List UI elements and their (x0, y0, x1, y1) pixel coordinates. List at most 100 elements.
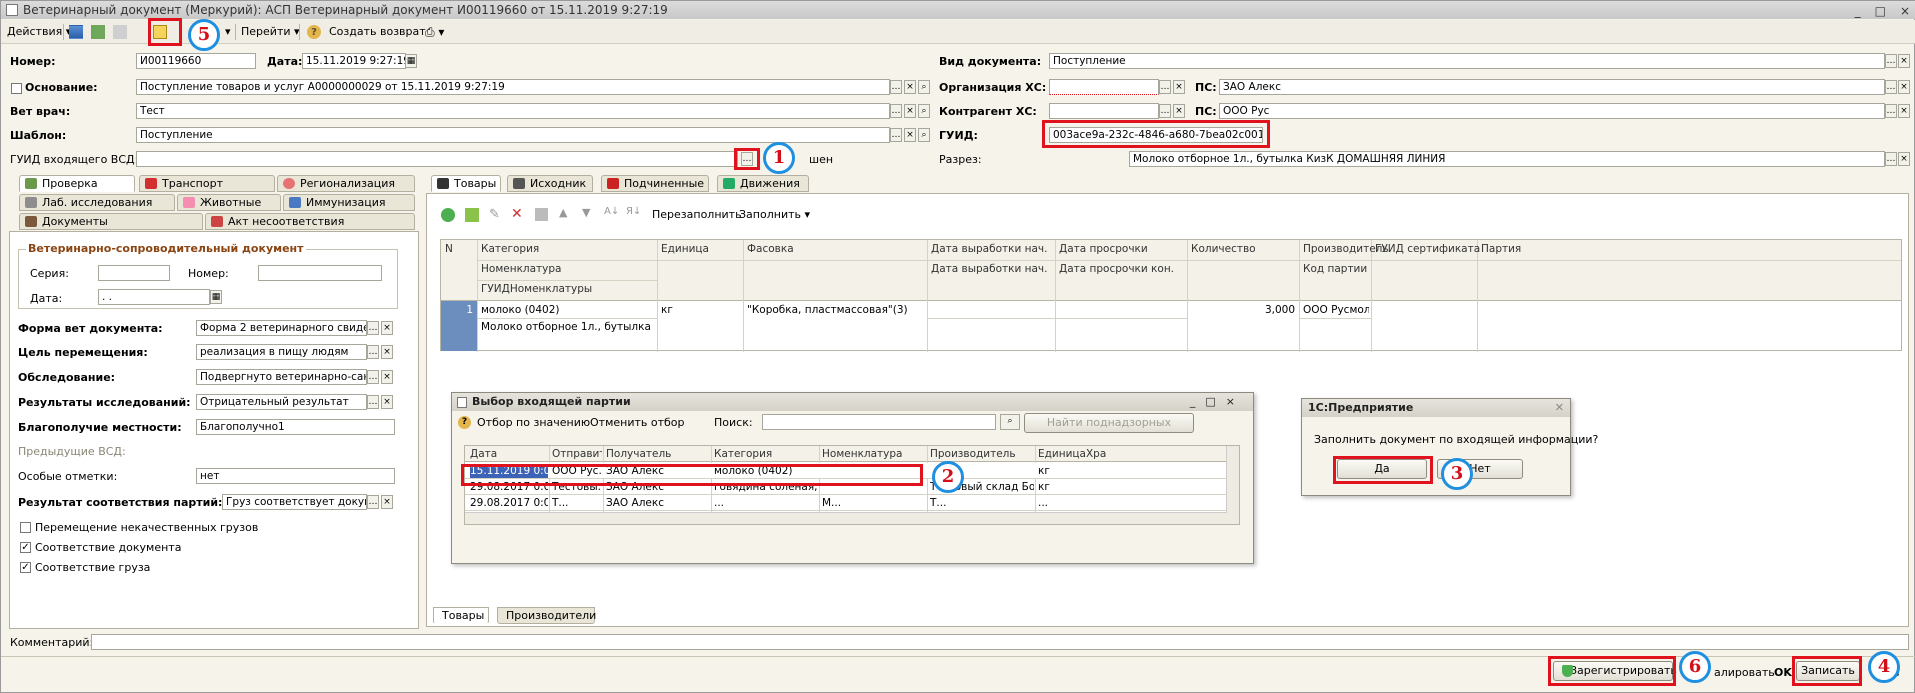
form-field[interactable]: Форма 2 ветеринарного свидетельства (196, 320, 367, 336)
vsd-number-field[interactable] (258, 265, 382, 281)
help-icon[interactable]: ? (458, 416, 471, 429)
maximize-button[interactable]: □ (1875, 2, 1886, 20)
col-guid-cert[interactable]: ГУИД сертификата (1375, 243, 1480, 255)
tab-animals[interactable]: Животные (177, 194, 281, 211)
copy-row-icon[interactable] (465, 208, 479, 222)
filter-by-value-button[interactable]: Отбор по значению (477, 416, 590, 430)
match-field[interactable]: Груз соответствует документам (222, 494, 367, 510)
search-icon[interactable]: ⌕ (918, 104, 930, 118)
cell-unit[interactable]: кг (661, 303, 673, 317)
minimize-button[interactable]: _ (1855, 2, 1861, 20)
close-button[interactable]: × (1900, 2, 1910, 20)
lot-col-header[interactable]: ЕдиницаХра (1038, 448, 1226, 460)
org-field[interactable] (1049, 79, 1159, 95)
actions-menu[interactable]: Действия ▾ (7, 24, 71, 40)
lot-col-header[interactable]: Номенклатура (822, 448, 926, 460)
search-icon[interactable]: ⌕ (918, 80, 930, 94)
clear-button[interactable]: × (1173, 104, 1185, 118)
col-pack[interactable]: Фасовка (747, 243, 794, 255)
col-prod-from[interactable]: Дата выработки нач. (931, 243, 1047, 255)
doc-match-checkbox[interactable]: ✓ (20, 542, 31, 553)
search-input[interactable] (762, 414, 996, 430)
close-icon[interactable]: ✕ (1555, 399, 1564, 417)
col-exp[interactable]: Дата просрочки (1059, 243, 1148, 255)
save-doc-icon[interactable] (69, 25, 83, 39)
add-icon[interactable] (441, 208, 455, 222)
clear-button[interactable]: × (904, 128, 916, 142)
series-field[interactable] (98, 265, 170, 281)
select-button[interactable]: … (367, 370, 379, 384)
clear-button[interactable]: × (381, 321, 393, 335)
tab-check[interactable]: Проверка (19, 175, 135, 192)
tab-sub[interactable]: Подчиненные (601, 175, 709, 192)
cell-category[interactable]: молоко (0402) (481, 303, 560, 317)
purpose-field[interactable]: реализация в пищу людям (196, 344, 367, 360)
bottom-tab-producers[interactable]: Производители (497, 607, 596, 624)
lot-col-header[interactable]: Категория (714, 448, 818, 460)
basis-field[interactable]: Поступление товаров и услуг А0000000029 … (136, 79, 890, 95)
refill-button[interactable]: Перезаполнить (652, 208, 742, 222)
delete-icon[interactable]: ✕ (511, 206, 523, 222)
goto-menu[interactable]: Перейти ▾ (241, 24, 300, 40)
tab-source[interactable]: Исходник (507, 175, 593, 192)
select-button[interactable]: … (890, 80, 902, 94)
vet-field[interactable]: Тест (136, 103, 890, 119)
select-button[interactable]: … (367, 345, 379, 359)
clear-button[interactable]: × (1898, 152, 1910, 166)
col-lot[interactable]: Партия (1481, 243, 1521, 255)
post-icon[interactable] (91, 25, 105, 39)
help-icon[interactable]: ? (307, 25, 321, 39)
select-button[interactable]: … (367, 321, 379, 335)
tab-region[interactable]: Регионализация (277, 175, 415, 192)
cell-producer[interactable]: ООО Русмол... (1303, 303, 1369, 317)
cargo-match-checkbox[interactable]: ✓ (20, 562, 31, 573)
basis-checkbox[interactable] (11, 83, 22, 94)
table-row[interactable]: 29.08.2017 0:00:... Т... ЗАО Алекс... М... Т… (465, 495, 1227, 511)
edit-icon[interactable]: ✎ (489, 207, 500, 222)
wellbeing-field[interactable]: Благополучно1 (196, 419, 395, 435)
select-button[interactable]: … (1159, 80, 1171, 94)
contr-field[interactable] (1049, 103, 1159, 119)
tab-moves[interactable]: Движения (717, 175, 809, 192)
exam-field[interactable]: Подвергнуто ветеринарно-санитарной экспе… (196, 369, 367, 385)
search-icon[interactable]: ⌕ (1000, 414, 1020, 430)
lot-col-header[interactable]: Производитель (930, 448, 1034, 460)
cell-qty[interactable]: 3,000 (1191, 303, 1295, 317)
end-edit-icon[interactable] (535, 208, 548, 221)
date-field[interactable]: 15.11.2019 9:27:19 (302, 53, 406, 69)
select-button[interactable]: … (1885, 54, 1897, 68)
cell-nomenclature[interactable]: Молоко отборное 1л., бутылка КизК ДО... (481, 320, 655, 334)
cancel-filter-button[interactable]: Отменить отбор (590, 416, 685, 430)
bottom-tab-goods[interactable]: Товары (433, 607, 489, 624)
number-field[interactable]: И00119660 (136, 53, 256, 69)
clear-button[interactable]: × (1898, 104, 1910, 118)
lot-col-header[interactable]: Дата (470, 448, 548, 460)
cell-pack[interactable]: "Коробка, пластмассовая"(3) (747, 303, 908, 317)
col-prod-from2[interactable]: Дата выработки нач. (931, 263, 1047, 275)
col-guid-nom[interactable]: ГУИДНоменклатуры (481, 283, 592, 295)
select-button[interactable]: … (890, 104, 902, 118)
notes-field[interactable]: нет (196, 468, 395, 484)
tab-lab[interactable]: Лаб. исследования (19, 194, 175, 211)
tab-transport[interactable]: Транспорт (139, 175, 275, 192)
select-button[interactable]: … (367, 395, 379, 409)
tab-goods[interactable]: Товары (431, 175, 501, 192)
select-button[interactable]: … (1885, 152, 1897, 166)
ps-field[interactable]: ЗАО Алекс (1219, 79, 1885, 95)
lot-col-header[interactable]: Отправит... (552, 448, 602, 460)
tab-nonconf[interactable]: Акт несоответствия (205, 213, 415, 230)
clear-button[interactable]: × (381, 370, 393, 384)
col-qty[interactable]: Количество (1191, 243, 1256, 255)
select-button[interactable]: … (890, 128, 902, 142)
move-down-icon[interactable]: ▼ (582, 206, 590, 219)
search-icon[interactable]: ⌕ (918, 128, 930, 142)
vsd-date-field[interactable]: . . (98, 289, 210, 305)
doc-type-field[interactable]: Поступление (1049, 53, 1885, 69)
clear-button[interactable]: × (904, 80, 916, 94)
ps2-field[interactable]: ООО Рус (1219, 103, 1885, 119)
section-field[interactable]: Молоко отборное 1л., бутылка КизК ДОМАШН… (1129, 151, 1885, 167)
col-nomenclature[interactable]: Номенклатура (481, 263, 561, 275)
lot-col-header[interactable]: Получатель (606, 448, 710, 460)
comment-field[interactable] (91, 634, 1909, 650)
col-category[interactable]: Категория (481, 243, 539, 255)
